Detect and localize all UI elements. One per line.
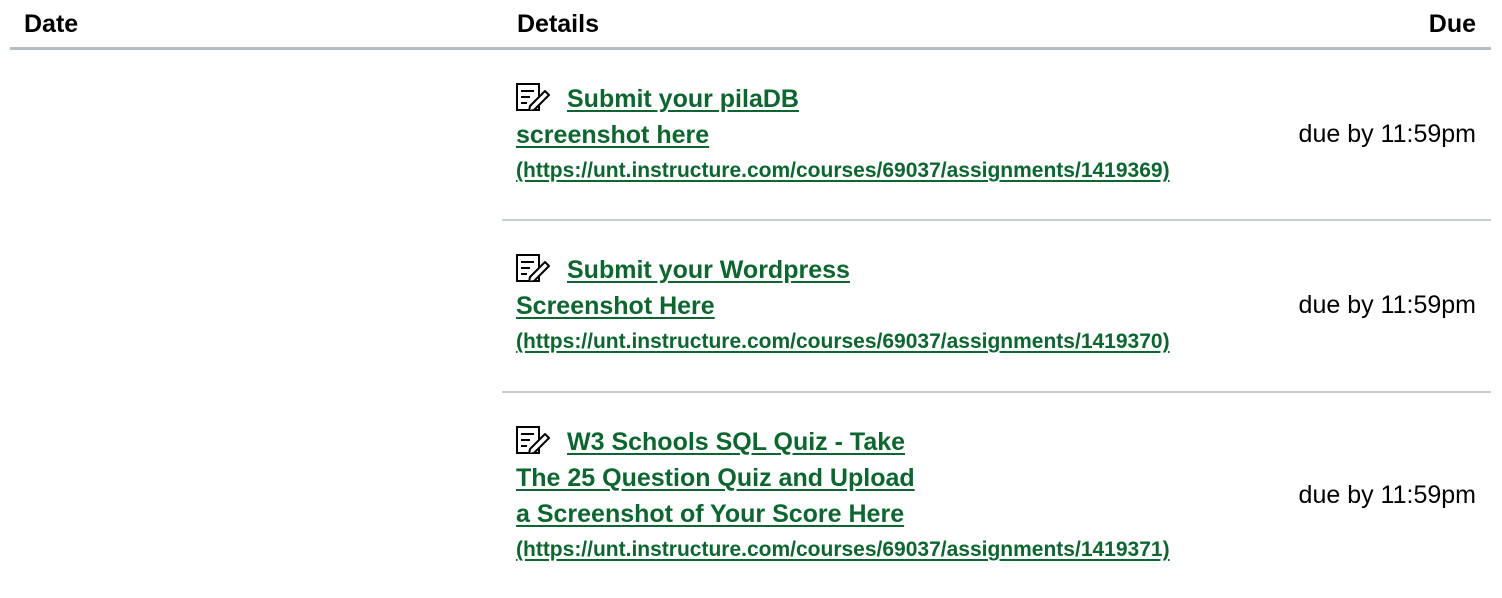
due-column-header: Due [1428, 10, 1476, 38]
syllabus-table: Date Details Due Submit your pilaDB scre… [10, 0, 1491, 561]
assignment-url-link[interactable]: (https://unt.instructure.com/courses/690… [516, 324, 1316, 360]
assignment-details: Submit your Wordpress Screenshot Here (h… [516, 252, 1316, 360]
due-time: due by 11:59pm [1298, 120, 1476, 148]
details-column-header: Details [517, 10, 599, 38]
assignment-url-link[interactable]: (https://unt.instructure.com/courses/690… [516, 153, 1316, 189]
due-time: due by 11:59pm [1298, 481, 1476, 509]
assignment-title-link[interactable]: Submit your Wordpress [567, 256, 850, 284]
table-row: Submit your pilaDB screenshot here (http… [502, 50, 1491, 221]
assignment-title-link[interactable]: screenshot here [516, 121, 709, 149]
assignment-icon [516, 426, 550, 454]
assignment-url-link[interactable]: (https://unt.instructure.com/courses/690… [516, 532, 1316, 568]
table-row: Submit your Wordpress Screenshot Here (h… [502, 221, 1491, 393]
assignment-icon [516, 254, 550, 282]
date-column-header: Date [24, 10, 79, 38]
table-header: Date Details Due [10, 0, 1491, 50]
assignment-title-link[interactable]: W3 Schools SQL Quiz - Take [567, 428, 905, 456]
assignment-title-link[interactable]: a Screenshot of Your Score Here [516, 500, 904, 528]
assignment-title-link[interactable]: The 25 Question Quiz and Upload [516, 464, 915, 492]
assignment-details: Submit your pilaDB screenshot here (http… [516, 81, 1316, 189]
assignment-title-link[interactable]: Screenshot Here [516, 292, 715, 320]
assignment-title-link[interactable]: Submit your pilaDB [567, 85, 799, 113]
due-time: due by 11:59pm [1298, 291, 1476, 319]
assignment-details: W3 Schools SQL Quiz - Take The 25 Questi… [516, 424, 1316, 568]
assignment-icon [516, 83, 550, 111]
table-row: W3 Schools SQL Quiz - Take The 25 Questi… [502, 393, 1491, 593]
